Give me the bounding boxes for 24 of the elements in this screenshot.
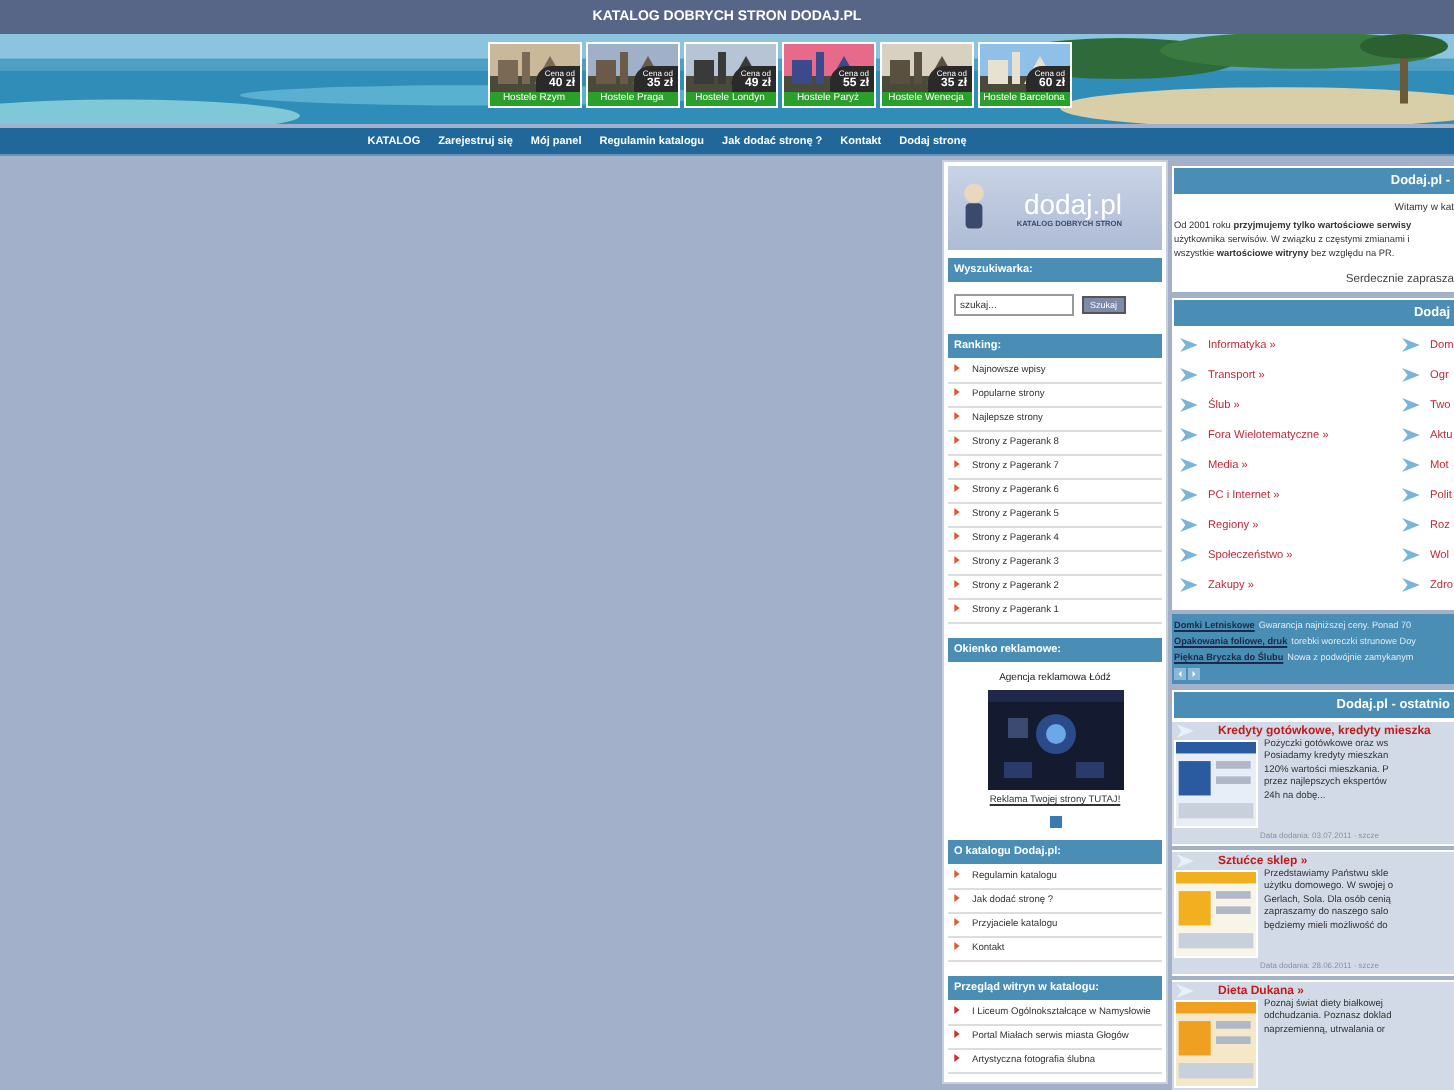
- arrow-bullet-icon: [954, 508, 960, 516]
- arrow-bullet-icon: [954, 1030, 960, 1038]
- arrow-bullet-icon: [954, 870, 960, 878]
- arrow-bullet-icon: [954, 942, 960, 950]
- arrow-bullet-icon: [954, 894, 960, 902]
- logo-text: dodaj.pl: [1023, 189, 1122, 219]
- arrow-bullet-icon: [954, 532, 960, 540]
- arrow-icon: [1176, 854, 1194, 868]
- arrow-bullet-icon: [954, 412, 960, 420]
- arrow-icon: [1176, 724, 1194, 738]
- arrow-bullet-icon: [954, 460, 960, 468]
- arrow-icon: [1176, 984, 1194, 998]
- arrow-bullet-icon: [954, 1006, 960, 1014]
- arrow-bullet-icon: [954, 604, 960, 612]
- arrow-bullet-icon: [954, 580, 960, 588]
- arrow-bullet-icon: [954, 436, 960, 444]
- arrow-bullet-icon: [954, 918, 960, 926]
- next-icon[interactable]: [1188, 668, 1200, 680]
- arrow-bullet-icon: [954, 364, 960, 372]
- arrow-bullet-icon: [954, 388, 960, 396]
- previous-icon[interactable]: [1174, 668, 1186, 680]
- arrow-bullet-icon: [954, 1054, 960, 1062]
- arrow-bullet-icon: [954, 556, 960, 564]
- arrow-bullet-icon: [954, 484, 960, 492]
